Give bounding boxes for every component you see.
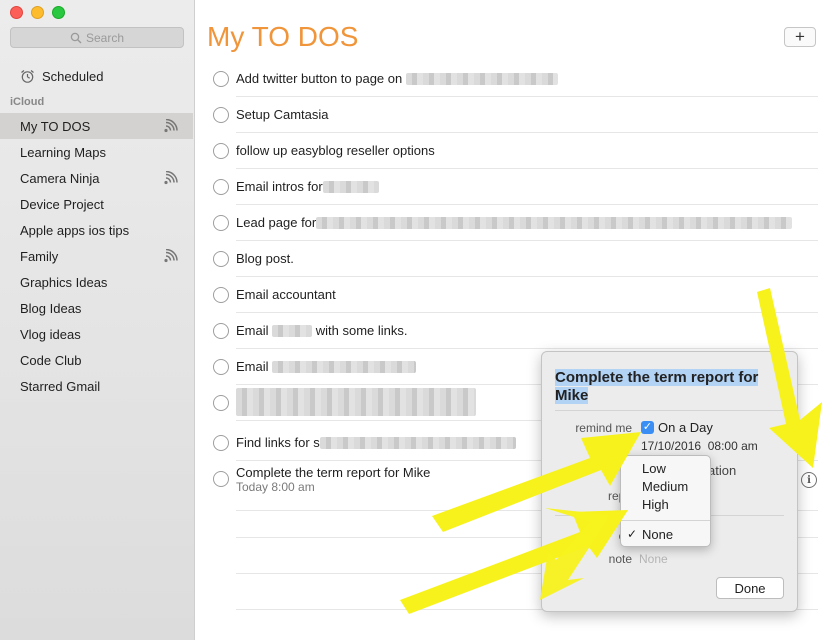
sidebar-item-apple-apps-ios-tips[interactable]: Apple apps ios tips (0, 217, 193, 243)
task-row[interactable]: Blog post. (206, 241, 818, 277)
task-title[interactable]: Email accountant (236, 287, 336, 302)
sidebar-item-family[interactable]: Family (0, 243, 193, 269)
task-complete-checkbox[interactable] (213, 435, 229, 451)
task-title[interactable]: Email (236, 359, 417, 374)
task-title[interactable]: Find links for s (236, 435, 516, 450)
shared-list-icon (164, 119, 178, 133)
divider (555, 410, 784, 411)
task-complete-checkbox[interactable] (213, 215, 229, 231)
sidebar-item-blog-ideas[interactable]: Blog Ideas (0, 295, 193, 321)
sidebar-item-my-to-dos[interactable]: My TO DOS (0, 113, 193, 139)
remind-me-label: remind me (575, 421, 632, 435)
at-a-location-label: ation (708, 463, 737, 478)
task-title[interactable]: Complete the term report for Mike (236, 465, 430, 480)
sidebar-item-label: Code Club (20, 352, 82, 368)
section-header-icloud: iCloud (10, 96, 45, 108)
zoom-window-button[interactable] (52, 6, 65, 19)
sidebar-item-label: Apple apps ios tips (20, 222, 130, 238)
sidebar-item-scheduled[interactable]: Scheduled (20, 69, 103, 84)
priority-option-high[interactable]: High (642, 497, 669, 512)
task-row[interactable]: Lead page for (206, 205, 818, 241)
redacted-text (322, 181, 379, 193)
task-complete-checkbox[interactable] (213, 323, 229, 339)
task-row[interactable]: Email accountant (206, 277, 818, 313)
sidebar-item-device-project[interactable]: Device Project (0, 191, 193, 217)
task-row[interactable]: follow up easyblog reseller options (206, 133, 818, 169)
task-complete-checkbox[interactable] (213, 471, 229, 487)
on-a-day-label: On a Day (658, 420, 713, 435)
priority-option-medium[interactable]: Medium (642, 479, 688, 494)
task-complete-checkbox[interactable] (213, 71, 229, 87)
sidebar-item-code-club[interactable]: Code Club (0, 347, 193, 373)
close-window-button[interactable] (10, 6, 23, 19)
checkmark-icon: ✓ (627, 527, 638, 541)
task-title[interactable]: Email intros for (236, 179, 379, 194)
info-icon[interactable]: i (801, 472, 817, 488)
redacted-text (319, 437, 516, 449)
search-input[interactable]: Search (10, 27, 184, 48)
task-title[interactable]: Add twitter button to page on (236, 71, 558, 86)
priority-option-none[interactable]: None (642, 527, 673, 542)
alarm-clock-icon (21, 69, 34, 83)
priority-menu: Low Medium High ✓ None (620, 455, 711, 547)
task-row[interactable]: Email with some links. (206, 313, 818, 349)
sidebar-item-graphics-ideas[interactable]: Graphics Ideas (0, 269, 193, 295)
search-placeholder: Search (85, 30, 125, 45)
done-button[interactable]: Done (716, 577, 784, 599)
sidebar-item-label: Camera Ninja (20, 170, 100, 186)
note-field[interactable]: None (639, 552, 668, 566)
task-complete-checkbox[interactable] (213, 359, 229, 375)
sidebar-item-label: Scheduled (42, 69, 104, 84)
task-complete-checkbox[interactable] (213, 179, 229, 195)
task-title[interactable]: Setup Camtasia (236, 107, 329, 122)
task-complete-checkbox[interactable] (213, 395, 229, 411)
divider (621, 520, 710, 521)
sidebar-item-starred-gmail[interactable]: Starred Gmail (0, 373, 193, 399)
window-controls (10, 6, 65, 19)
task-title[interactable]: Lead page for (236, 215, 793, 230)
redacted-text (272, 325, 313, 337)
task-complete-checkbox[interactable] (213, 143, 229, 159)
task-title[interactable]: follow up easyblog reseller options (236, 143, 435, 158)
task-row[interactable]: Add twitter button to page on (206, 61, 818, 97)
sidebar-item-label: Blog Ideas (20, 300, 82, 316)
minimize-window-button[interactable] (31, 6, 44, 19)
sidebar-item-label: Family (20, 248, 59, 264)
sidebar-item-label: Vlog ideas (20, 326, 81, 342)
sidebar: Search Scheduled iCloud My TO DOS Learni… (0, 0, 195, 640)
sidebar-item-label: Device Project (20, 196, 104, 212)
note-label: note (608, 552, 632, 566)
redacted-text (316, 217, 793, 229)
page-title: My TO DOS (207, 21, 359, 52)
on-a-day-checkbox[interactable]: ✓ (641, 421, 654, 434)
task-complete-checkbox[interactable] (213, 107, 229, 123)
sidebar-item-learning-maps[interactable]: Learning Maps (0, 139, 193, 165)
task-title[interactable]: Blog post. (236, 251, 294, 266)
shared-list-icon (164, 249, 178, 263)
priority-option-low[interactable]: Low (642, 461, 666, 476)
task-complete-checkbox[interactable] (213, 251, 229, 267)
task-due-date: Today 8:00 am (236, 480, 315, 494)
sidebar-item-label: Learning Maps (20, 144, 106, 160)
shared-list-icon (164, 171, 178, 185)
redacted-text (405, 73, 558, 85)
sidebar-item-camera-ninja[interactable]: Camera Ninja (0, 165, 193, 191)
sidebar-item-label: Starred Gmail (20, 378, 101, 394)
task-title[interactable] (236, 388, 476, 417)
sidebar-item-vlog-ideas[interactable]: Vlog ideas (0, 321, 193, 347)
reminder-title-field[interactable]: Complete the term report for Mike (555, 369, 759, 405)
reminder-datetime[interactable]: 17/10/2016 08:00 am (641, 439, 758, 453)
sidebar-item-label: Graphics Ideas (20, 274, 108, 290)
add-reminder-button[interactable]: + (784, 27, 816, 47)
redacted-text (272, 361, 417, 373)
task-complete-checkbox[interactable] (213, 287, 229, 303)
task-row[interactable]: Setup Camtasia (206, 97, 818, 133)
task-row[interactable]: Email intros for (206, 169, 818, 205)
search-icon (70, 32, 82, 43)
sidebar-item-label: My TO DOS (20, 118, 91, 134)
task-title[interactable]: Email with some links. (236, 323, 408, 338)
redacted-text (236, 388, 476, 416)
